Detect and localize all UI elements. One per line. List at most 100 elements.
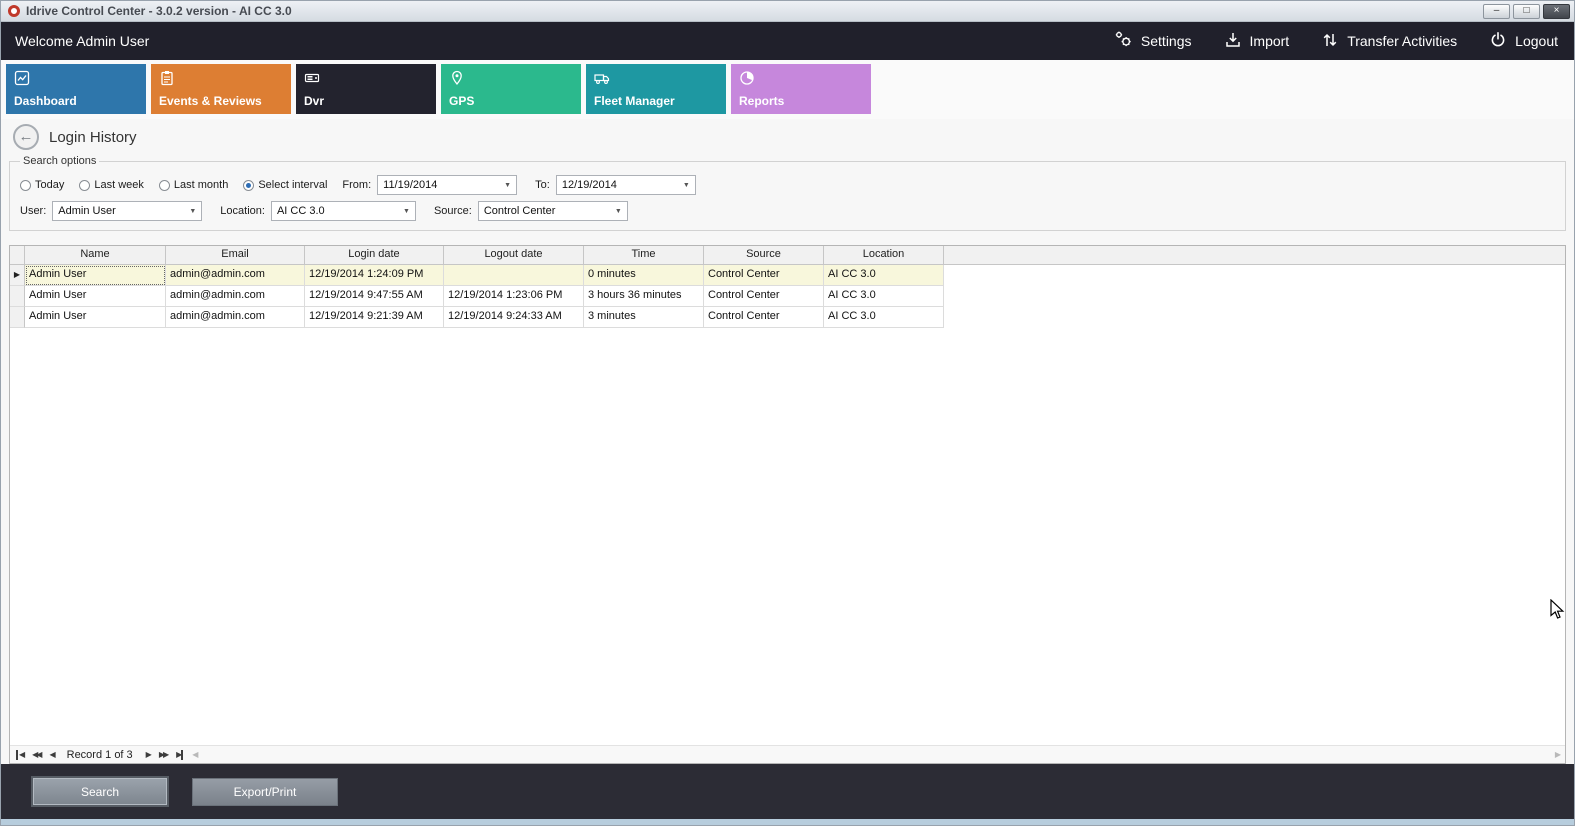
source-value: Control Center <box>479 205 610 217</box>
search-options-group: Search options Today Last week Last mont… <box>9 155 1566 231</box>
column-header-indicator <box>10 246 25 265</box>
maximize-button[interactable]: □ <box>1513 4 1540 19</box>
location-value: AI CC 3.0 <box>272 205 398 217</box>
radio-circle <box>79 180 90 191</box>
from-date-value: 11/19/2014 <box>378 179 499 191</box>
cell-email[interactable]: admin@admin.com <box>166 265 305 286</box>
cell-time[interactable]: 3 hours 36 minutes <box>584 286 704 307</box>
tile-events-reviews[interactable]: Events & Reviews <box>151 64 291 114</box>
cell-name[interactable]: Admin User <box>25 307 166 328</box>
radio-last-month[interactable]: Last month <box>159 179 228 191</box>
column-header-name[interactable]: Name <box>25 246 166 265</box>
cell-login-date[interactable]: 12/19/2014 1:24:09 PM <box>305 265 444 286</box>
column-header-email[interactable]: Email <box>166 246 305 265</box>
column-header-source[interactable]: Source <box>704 246 824 265</box>
chevron-down-icon: ▼ <box>398 208 415 215</box>
settings-button[interactable]: Settings <box>1114 30 1192 52</box>
nav-prev-button[interactable]: ◀ <box>49 750 53 760</box>
cell-location[interactable]: AI CC 3.0 <box>824 265 944 286</box>
cell-email[interactable]: admin@admin.com <box>166 286 305 307</box>
search-options-legend: Search options <box>20 155 99 167</box>
cell-email[interactable]: admin@admin.com <box>166 307 305 328</box>
tile-reports[interactable]: Reports <box>731 64 871 114</box>
page-title: Login History <box>49 129 137 146</box>
cell-location[interactable]: AI CC 3.0 <box>824 307 944 328</box>
export-print-button[interactable]: Export/Print <box>192 778 338 806</box>
column-header-time[interactable]: Time <box>584 246 704 265</box>
column-header-location[interactable]: Location <box>824 246 944 265</box>
nav-prev-page-button[interactable]: ◀◀ <box>32 750 40 760</box>
cell-login-date[interactable]: 12/19/2014 9:47:55 AM <box>305 286 444 307</box>
cell-logout-date[interactable] <box>444 265 584 286</box>
tile-fleet-manager[interactable]: Fleet Manager <box>586 64 726 114</box>
cell-source[interactable]: Control Center <box>704 286 824 307</box>
radio-last-week[interactable]: Last week <box>79 179 144 191</box>
dvr-icon <box>304 70 320 86</box>
import-icon <box>1224 31 1242 52</box>
source-combo[interactable]: Control Center ▼ <box>478 201 628 221</box>
cell-logout-date[interactable]: 12/19/2014 9:24:33 AM <box>444 307 584 328</box>
scroll-left-button[interactable]: ◀ <box>192 750 196 760</box>
settings-label: Settings <box>1141 33 1192 49</box>
logout-button[interactable]: Logout <box>1489 31 1558 52</box>
window-title: Idrive Control Center - 3.0.2 version - … <box>26 4 292 18</box>
tile-label: Reports <box>739 94 784 108</box>
search-button[interactable]: Search <box>31 776 169 807</box>
tile-gps[interactable]: GPS <box>441 64 581 114</box>
topbar-actions: Settings Import Transfer Activities Logo… <box>1114 30 1558 52</box>
from-date-combo[interactable]: 11/19/2014 ▼ <box>377 175 517 195</box>
interval-row: Today Last week Last month Select interv… <box>20 175 1555 195</box>
cell-login-date[interactable]: 12/19/2014 9:21:39 AM <box>305 307 444 328</box>
topbar: Welcome Admin User Settings Import Trans… <box>1 22 1574 60</box>
nav-first-button[interactable]: ◀ <box>16 750 23 760</box>
record-navigator: ◀ ◀◀ ◀ Record 1 of 3 ▶ ▶▶ ▶ ◀ ▶ <box>10 745 1565 763</box>
table-row[interactable]: ▶ Admin User admin@admin.com 12/19/2014 … <box>10 265 1565 286</box>
cell-time[interactable]: 0 minutes <box>584 265 704 286</box>
user-label: User: <box>20 205 46 217</box>
column-header-login-date[interactable]: Login date <box>305 246 444 265</box>
cell-source[interactable]: Control Center <box>704 307 824 328</box>
close-button[interactable]: × <box>1543 4 1570 19</box>
radio-label: Last week <box>94 179 144 191</box>
nav-next-page-button[interactable]: ▶▶ <box>159 750 167 760</box>
nav-last-button[interactable]: ▶ <box>176 750 183 760</box>
cell-source[interactable]: Control Center <box>704 265 824 286</box>
tile-label: Dashboard <box>14 94 77 108</box>
back-button[interactable]: ← <box>13 124 39 150</box>
chevron-down-icon: ▼ <box>499 182 516 189</box>
transfer-activities-button[interactable]: Transfer Activities <box>1321 31 1457 52</box>
chevron-down-icon: ▼ <box>184 208 201 215</box>
tile-dashboard[interactable]: Dashboard <box>6 64 146 114</box>
row-marker-icon: ▶ <box>10 265 25 286</box>
to-date-combo[interactable]: 12/19/2014 ▼ <box>556 175 696 195</box>
radio-label: Select interval <box>258 179 327 191</box>
radio-select-interval[interactable]: Select interval <box>243 179 327 191</box>
cell-name[interactable]: Admin User <box>25 265 166 286</box>
radio-today[interactable]: Today <box>20 179 64 191</box>
row-indicator <box>10 286 25 307</box>
import-button[interactable]: Import <box>1224 31 1290 52</box>
cell-location[interactable]: AI CC 3.0 <box>824 286 944 307</box>
cell-logout-date[interactable]: 12/19/2014 1:23:06 PM <box>444 286 584 307</box>
footer-bar: Search Export/Print <box>1 764 1574 819</box>
filters-row: User: Admin User ▼ Location: AI CC 3.0 ▼… <box>20 201 1555 221</box>
nav-next-button[interactable]: ▶ <box>146 750 150 760</box>
to-date-value: 12/19/2014 <box>557 179 678 191</box>
window-controls: – □ × <box>1483 4 1570 19</box>
truck-icon <box>594 70 610 86</box>
tile-dvr[interactable]: Dvr <box>296 64 436 114</box>
location-combo[interactable]: AI CC 3.0 ▼ <box>271 201 416 221</box>
column-header-logout-date[interactable]: Logout date <box>444 246 584 265</box>
table-row[interactable]: Admin User admin@admin.com 12/19/2014 9:… <box>10 307 1565 328</box>
table-row[interactable]: Admin User admin@admin.com 12/19/2014 9:… <box>10 286 1565 307</box>
scroll-right-button[interactable]: ▶ <box>1555 750 1559 760</box>
logout-label: Logout <box>1515 33 1558 49</box>
to-label: To: <box>535 179 550 191</box>
user-combo[interactable]: Admin User ▼ <box>52 201 202 221</box>
minimize-button[interactable]: – <box>1483 4 1510 19</box>
row-indicator <box>10 307 25 328</box>
cell-time[interactable]: 3 minutes <box>584 307 704 328</box>
app-icon <box>8 5 20 17</box>
user-value: Admin User <box>53 205 184 217</box>
cell-name[interactable]: Admin User <box>25 286 166 307</box>
